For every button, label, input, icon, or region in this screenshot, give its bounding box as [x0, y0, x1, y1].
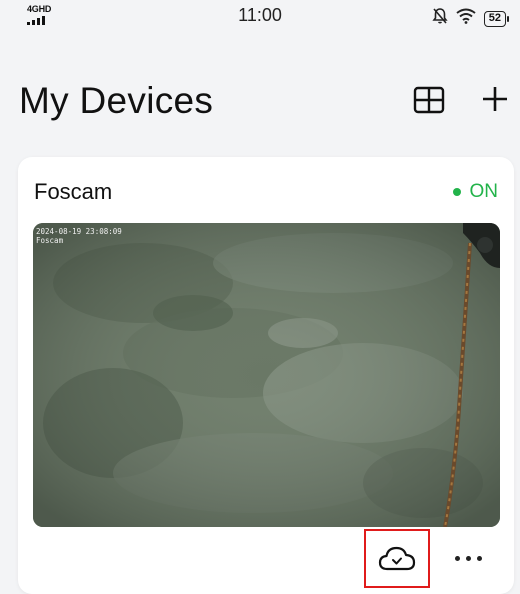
preview-label: Foscam	[36, 236, 64, 245]
more-dots-icon	[454, 555, 460, 561]
more-dots-icon	[476, 555, 482, 561]
camera-preview[interactable]: 2024-08-19 23:08:09 Foscam	[33, 223, 500, 527]
add-device-button[interactable]	[480, 84, 510, 114]
notifications-off-icon	[432, 7, 448, 30]
preview-overlay: 2024-08-19 23:08:09 Foscam	[36, 227, 122, 245]
plus-icon	[483, 87, 507, 111]
page-title: My Devices	[19, 80, 214, 121]
grid-view-button[interactable]	[413, 86, 445, 114]
cloud-storage-button[interactable]	[364, 529, 430, 588]
online-dot-icon	[452, 188, 461, 196]
wifi-icon	[456, 8, 476, 29]
status-icons: 52	[432, 7, 510, 30]
more-dots-icon	[465, 555, 471, 561]
grid-icon	[413, 86, 445, 114]
device-status-label: ON	[469, 181, 499, 202]
cloud-check-icon	[378, 546, 416, 570]
battery-indicator: 52	[483, 10, 510, 27]
device-card[interactable]: Foscam ON 2024-08-19 23:08:09 Foscam	[18, 157, 514, 594]
device-status: ON	[452, 181, 499, 203]
preview-timestamp: 2024-08-19 23:08:09	[36, 227, 122, 236]
status-bar: 4GHD 11:00 52	[0, 0, 520, 32]
camera-snapshot-image	[33, 223, 500, 527]
device-name: Foscam	[34, 179, 113, 204]
more-options-button[interactable]	[446, 545, 490, 571]
